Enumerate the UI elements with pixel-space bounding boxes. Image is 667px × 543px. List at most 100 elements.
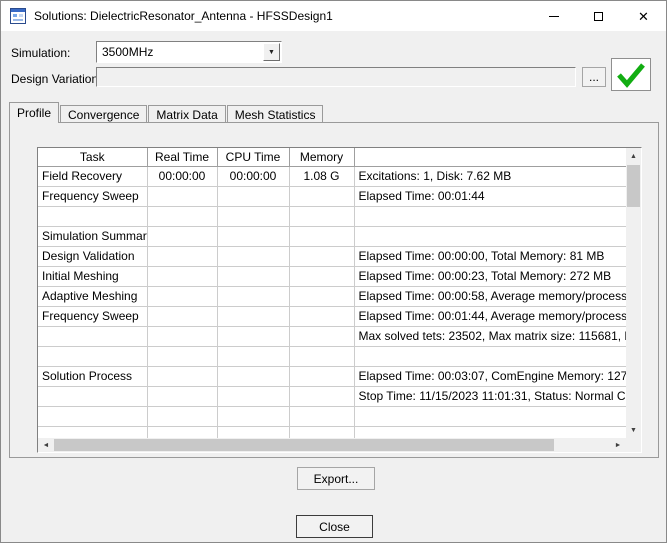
- table-cell: [147, 286, 217, 306]
- col-header-info: [354, 148, 626, 166]
- scroll-down-icon: ▼: [630, 427, 637, 434]
- solutions-dialog: Solutions: DielectricResonator_Antenna -…: [0, 0, 667, 543]
- table-cell: [147, 206, 217, 226]
- table-cell: Adaptive Meshing: [38, 286, 147, 306]
- profile-grid-body: Field Recovery00:00:0000:00:001.08 GExci…: [38, 166, 626, 438]
- table-cell: [147, 266, 217, 286]
- table-cell: [38, 426, 147, 438]
- simulation-select[interactable]: 3500MHz ▼: [96, 41, 282, 63]
- table-row: Frequency Sweep Elapsed Time: 00:01:44, A…: [38, 306, 626, 326]
- table-row: Adaptive MeshingElapsed Time: 00:00:58, …: [38, 286, 626, 306]
- tab-convergence[interactable]: Convergence: [60, 105, 147, 123]
- table-cell: [147, 406, 217, 426]
- minimize-button[interactable]: [531, 1, 576, 31]
- vertical-scroll-thumb[interactable]: [627, 165, 640, 207]
- table-cell: [147, 226, 217, 246]
- scroll-down-button[interactable]: ▼: [626, 422, 641, 438]
- table-cell: Frequency Sweep: [38, 306, 147, 326]
- table-cell: [38, 346, 147, 366]
- table-cell: [354, 426, 626, 438]
- tab-mesh-statistics[interactable]: Mesh Statistics: [227, 105, 324, 123]
- table-cell: Elapsed Time: 00:01:44, Average memory/p…: [354, 306, 626, 326]
- table-cell: Elapsed Time: 00:01:44: [354, 186, 626, 206]
- table-row: Design ValidationElapsed Time: 00:00:00,…: [38, 246, 626, 266]
- table-cell: [289, 206, 354, 226]
- close-button[interactable]: ✕: [621, 1, 666, 31]
- table-cell: Elapsed Time: 00:00:23, Total Memory: 27…: [354, 266, 626, 286]
- table-cell: Max solved tets: 23502, Max matrix size:…: [354, 326, 626, 346]
- horizontal-scroll-thumb[interactable]: [54, 439, 554, 451]
- close-icon: ✕: [638, 10, 649, 23]
- scroll-up-button[interactable]: ▲: [626, 148, 641, 164]
- table-cell: [217, 406, 289, 426]
- dropdown-arrow-icon[interactable]: ▼: [263, 43, 280, 61]
- table-row: Max solved tets: 23502, Max matrix size:…: [38, 326, 626, 346]
- scroll-right-button[interactable]: ►: [610, 438, 626, 452]
- table-row: [38, 426, 626, 438]
- table-cell: [217, 386, 289, 406]
- table-cell: [289, 426, 354, 438]
- minimize-icon: [549, 16, 559, 17]
- table-row: [38, 346, 626, 366]
- table-row: Initial MeshingElapsed Time: 00:00:23, T…: [38, 266, 626, 286]
- table-cell: [289, 306, 354, 326]
- table-cell: [147, 366, 217, 386]
- table-cell: [354, 226, 626, 246]
- table-cell: [217, 366, 289, 386]
- window-title: Solutions: DielectricResonator_Antenna -…: [34, 9, 333, 23]
- col-header-real-time: Real Time: [147, 148, 217, 166]
- table-cell: Design Validation: [38, 246, 147, 266]
- profile-grid-content: Task Real Time CPU Time Memory Field Rec…: [38, 148, 626, 438]
- table-cell: [38, 406, 147, 426]
- table-cell: Field Recovery: [38, 166, 147, 186]
- table-row: Solution ProcessElapsed Time: 00:03:07, …: [38, 366, 626, 386]
- maximize-button[interactable]: [576, 1, 621, 31]
- export-button[interactable]: Export...: [297, 467, 375, 490]
- table-row: [38, 206, 626, 226]
- table-cell: [147, 306, 217, 326]
- solutions-dialog-icon[interactable]: [10, 8, 26, 24]
- table-cell: Stop Time: 11/15/2023 11:01:31, Status: …: [354, 386, 626, 406]
- apply-check-button[interactable]: [611, 58, 651, 91]
- table-cell: [289, 326, 354, 346]
- table-cell: [289, 286, 354, 306]
- table-cell: [354, 406, 626, 426]
- table-cell: 00:00:00: [147, 166, 217, 186]
- col-header-cpu-time: CPU Time: [217, 148, 289, 166]
- table-cell: [289, 266, 354, 286]
- table-row: [38, 406, 626, 426]
- browse-button[interactable]: ...: [582, 67, 606, 87]
- table-cell: 1.08 G: [289, 166, 354, 186]
- table-cell: [147, 186, 217, 206]
- table-row: Stop Time: 11/15/2023 11:01:31, Status: …: [38, 386, 626, 406]
- vertical-scrollbar[interactable]: ▲ ▼: [626, 148, 641, 438]
- table-cell: [289, 366, 354, 386]
- table-cell: [147, 386, 217, 406]
- table-cell: [289, 346, 354, 366]
- tab-matrix-data[interactable]: Matrix Data: [148, 105, 225, 123]
- scroll-left-button[interactable]: ◄: [38, 438, 54, 452]
- table-cell: [217, 226, 289, 246]
- table-cell: [217, 346, 289, 366]
- table-cell: 00:00:00: [217, 166, 289, 186]
- table-cell: [217, 246, 289, 266]
- table-cell: [354, 346, 626, 366]
- table-cell: [354, 206, 626, 226]
- horizontal-scrollbar[interactable]: ◄ ►: [38, 438, 626, 452]
- col-header-memory: Memory: [289, 148, 354, 166]
- table-cell: [217, 206, 289, 226]
- table-cell: [217, 286, 289, 306]
- table-cell: Frequency Sweep: [38, 186, 147, 206]
- table-cell: Excitations: 1, Disk: 7.62 MB: [354, 166, 626, 186]
- tab-profile[interactable]: Profile: [9, 102, 59, 123]
- table-cell: [147, 246, 217, 266]
- design-variation-label: Design Variation:: [11, 72, 102, 86]
- design-variation-field: [96, 67, 576, 87]
- table-cell: [217, 426, 289, 438]
- window-controls: ✕: [531, 1, 666, 31]
- table-cell: [147, 426, 217, 438]
- table-row: Simulation Summary: [38, 226, 626, 246]
- close-dialog-button[interactable]: Close: [296, 515, 373, 538]
- scrollbar-corner: [626, 438, 641, 452]
- table-row: Field Recovery00:00:0000:00:001.08 GExci…: [38, 166, 626, 186]
